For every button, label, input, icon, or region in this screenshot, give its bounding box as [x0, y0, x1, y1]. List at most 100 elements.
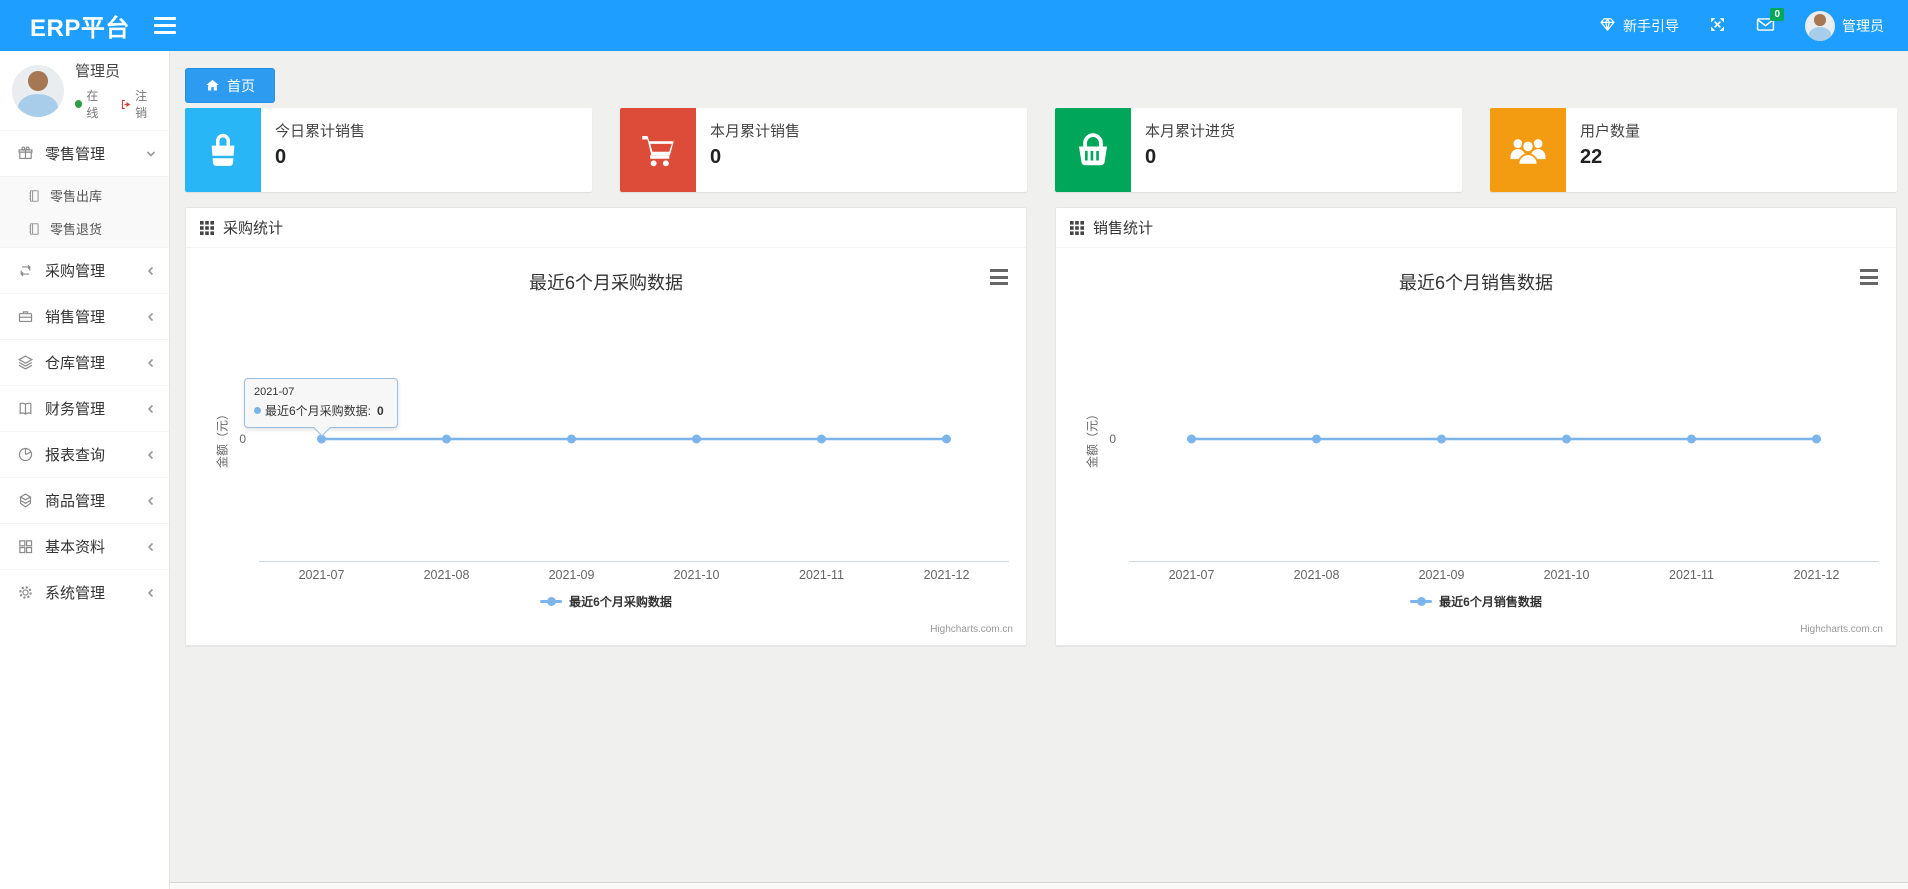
x-tick-label: 2021-08: [1293, 568, 1340, 582]
sidebar-item-reports[interactable]: 报表查询: [0, 431, 169, 477]
stat-card-month-purchase: 本月累计进货 0: [1055, 108, 1462, 192]
highcharts-credit-link[interactable]: Highcharts.com.cn: [1800, 624, 1883, 635]
open-book-icon: [16, 400, 34, 418]
stat-card-label: 用户数量: [1580, 123, 1641, 140]
x-tick-label: 2021-12: [923, 568, 970, 582]
sidebar-item-label: 零售出库: [50, 189, 103, 204]
legend-label: 最近6个月销售数据: [1439, 595, 1542, 609]
sidebar-item-warehouse[interactable]: 仓库管理: [0, 339, 169, 385]
box-icon: [16, 492, 34, 510]
user-menu[interactable]: 管理员: [1805, 10, 1884, 41]
gear-icon: [16, 584, 34, 602]
guide-button[interactable]: 新手引导: [1599, 16, 1679, 36]
grid-icon: [16, 538, 34, 556]
sidebar-item-label: 商品管理: [45, 493, 106, 510]
sidebar-item-purchase[interactable]: 采购管理: [0, 247, 169, 293]
mail-button[interactable]: 0: [1756, 7, 1784, 36]
sidebar-item-goods[interactable]: 商品管理: [0, 477, 169, 523]
legend-marker-icon: [1410, 597, 1433, 606]
logout-label: 注销: [135, 89, 148, 120]
x-tick-label: 2021-11: [1669, 568, 1714, 582]
stat-card-value: 0: [710, 146, 722, 168]
avatar: [12, 64, 64, 117]
top-bar: ERP平台 新手引导 0 管理员: [0, 0, 1908, 51]
user-name: 管理员: [1842, 17, 1884, 34]
x-tick-label: 2021-10: [673, 568, 720, 582]
fullscreen-icon: [1709, 16, 1726, 36]
home-icon: [206, 79, 219, 91]
sidebar-item-finance[interactable]: 财务管理: [0, 385, 169, 431]
x-axis-labels: 2021-07 2021-08 2021-09 2021-10 2021-11 2021-…: [259, 568, 1009, 582]
legend-marker-icon: [540, 597, 563, 606]
purchase-chart: 最近6个月采购数据 金额（元） 0 2021-07 2021-08 2021-09 2…: [186, 248, 1026, 645]
main-content: 首页 今日累计销售 0 本月累计销售 0 本月累计进货 0 用户数量 22 采购…: [170, 51, 1908, 889]
tab-home-label: 首页: [227, 77, 255, 94]
chevron-left-icon: [146, 542, 156, 552]
sidebar-item-system[interactable]: 系统管理: [0, 569, 169, 615]
sidebar-item-retail-return[interactable]: 零售退货: [0, 212, 169, 245]
chevron-left-icon: [146, 358, 156, 368]
stat-card-label: 今日累计销售: [275, 123, 366, 140]
legend-item[interactable]: 最近6个月销售数据: [1056, 593, 1896, 610]
stat-card-label: 本月累计进货: [1145, 123, 1236, 140]
online-status-icon: [75, 100, 83, 108]
x-tick-label: 2021-09: [1418, 568, 1465, 582]
chevron-left-icon: [146, 266, 156, 276]
journal-icon: [26, 221, 41, 236]
tooltip-value: 0: [377, 403, 384, 418]
logout-link[interactable]: 注销: [120, 87, 157, 121]
fullscreen-button[interactable]: [1709, 16, 1726, 36]
briefcase-icon: [16, 308, 34, 326]
footer-divider: [170, 882, 1908, 889]
line-series-plot: [1129, 434, 1879, 562]
series-dot-icon: [254, 407, 261, 414]
tab-home[interactable]: 首页: [185, 68, 275, 103]
journal-icon: [26, 188, 41, 203]
stat-card-value: 0: [1145, 146, 1157, 168]
sidebar-menu: 零售管理 零售出库 零售退货 采购管理 销售管理 仓库管理 财务管理 报表查询 …: [0, 130, 169, 615]
th-grid-icon: [200, 220, 214, 235]
sidebar-item-label: 采购管理: [45, 263, 106, 280]
sidebar-item-basic-data[interactable]: 基本资料: [0, 523, 169, 569]
sidebar: 管理员 在线 注销 零售管理 零售出库 零售退货 采购管理 销售管理 仓库管理 …: [0, 51, 170, 889]
sidebar-toggle-icon[interactable]: [153, 17, 176, 34]
panel-title: 销售统计: [1093, 220, 1154, 237]
chart-panels-row: 采购统计 最近6个月采购数据 金额（元） 0 2021-07 2021-08 202…: [185, 207, 1897, 646]
chevron-left-icon: [146, 404, 156, 414]
sidebar-user-panel: 管理员 在线 注销: [0, 51, 169, 130]
chevron-left-icon: [146, 588, 156, 598]
highcharts-credit-link[interactable]: Highcharts.com.cn: [930, 624, 1013, 635]
layers-icon: [16, 354, 34, 372]
stat-card-today-sales: 今日累计销售 0: [185, 108, 592, 192]
sidebar-item-retail[interactable]: 零售管理: [0, 130, 169, 176]
chevron-left-icon: [146, 450, 156, 460]
legend-label: 最近6个月采购数据: [569, 595, 672, 609]
stat-card-label: 本月累计销售: [710, 123, 801, 140]
mail-badge: 0: [1770, 7, 1784, 21]
x-tick-label: 2021-10: [1543, 568, 1590, 582]
x-tick-label: 2021-08: [423, 568, 470, 582]
mail-icon: [1756, 17, 1775, 36]
sidebar-item-sales[interactable]: 销售管理: [0, 293, 169, 339]
x-tick-label: 2021-07: [1168, 568, 1215, 582]
stat-card-user-count: 用户数量 22: [1490, 108, 1897, 192]
stat-cards-row: 今日累计销售 0 本月累计销售 0 本月累计进货 0 用户数量 22: [185, 108, 1897, 192]
guide-label: 新手引导: [1623, 17, 1679, 34]
gem-icon: [1599, 16, 1616, 36]
x-axis-labels: 2021-07 2021-08 2021-09 2021-10 2021-11 2021-…: [1129, 568, 1879, 582]
x-tick-label: 2021-09: [548, 568, 595, 582]
app-logo: ERP平台: [30, 15, 130, 42]
x-tick-label: 2021-12: [1793, 568, 1840, 582]
sidebar-user-name: 管理员: [75, 63, 121, 80]
sidebar-item-label: 系统管理: [45, 585, 106, 602]
legend-item[interactable]: 最近6个月采购数据: [186, 593, 1026, 610]
chart-tooltip: 2021-07 最近6个月采购数据: 0: [244, 378, 398, 428]
panel-title: 采购统计: [223, 220, 284, 237]
th-grid-icon: [1070, 220, 1084, 235]
topbar-right: 新手引导 0 管理员: [1599, 7, 1908, 41]
sidebar-item-label: 销售管理: [45, 309, 106, 326]
sidebar-item-retail-outbound[interactable]: 零售出库: [0, 179, 169, 212]
x-tick-label: 2021-11: [799, 568, 844, 582]
panel-purchase-stats: 采购统计 最近6个月采购数据 金额（元） 0 2021-07 2021-08 202…: [185, 207, 1027, 646]
chevron-left-icon: [146, 312, 156, 322]
